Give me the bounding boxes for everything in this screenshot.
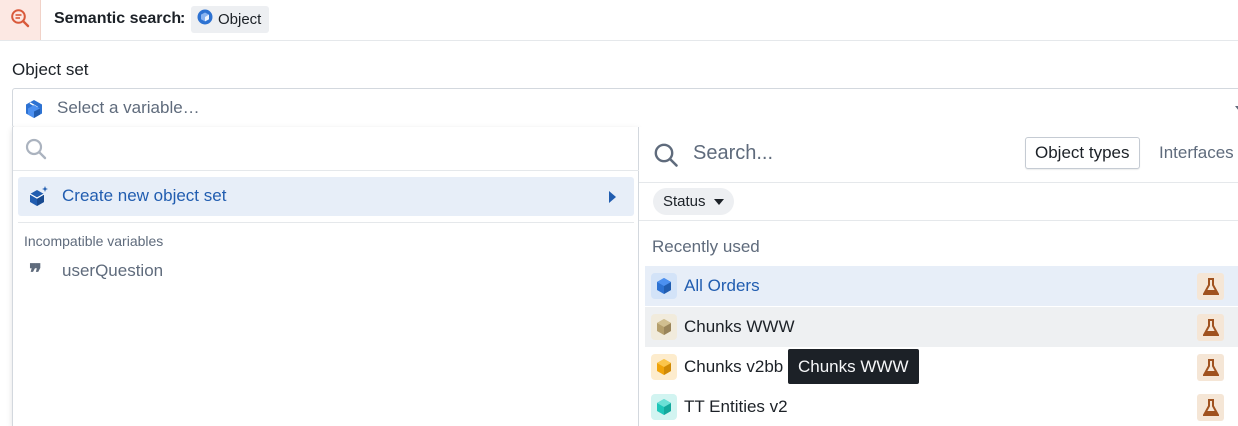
- create-new-object-set-item[interactable]: Create new object set: [18, 177, 634, 216]
- chip-label: Object: [218, 11, 262, 28]
- result-item-all-orders[interactable]: All Orders: [645, 266, 1238, 306]
- search-icon: [653, 142, 679, 173]
- caret-right-icon: [609, 191, 616, 203]
- status-filter-button[interactable]: Status: [653, 188, 734, 215]
- quote-icon: ❞: [29, 258, 42, 287]
- header-bar: Semantic search : Object: [0, 0, 1238, 41]
- flask-icon: [1197, 394, 1224, 421]
- result-item-chunks-v2bb[interactable]: Chunks v2bb: [645, 347, 1238, 387]
- object-search-bar: Search... Object types Interfaces: [639, 127, 1238, 183]
- page-title: Semantic search: [54, 10, 182, 27]
- filter-bar: Status: [639, 183, 1238, 221]
- variable-dropdown: Create new object set Incompatible varia…: [12, 127, 639, 426]
- result-label: Chunks WWW: [684, 317, 795, 336]
- object-type-chip[interactable]: Object: [191, 6, 270, 33]
- recently-used-heading: Recently used: [652, 237, 760, 256]
- flask-icon: [1197, 354, 1224, 381]
- incompatible-variables-heading: Incompatible variables: [24, 233, 164, 249]
- flask-icon: [1197, 273, 1224, 300]
- variable-item[interactable]: ❞ userQuestion: [24, 258, 624, 287]
- new-object-set-icon: [28, 185, 50, 212]
- object-set-label: Object set: [12, 60, 89, 79]
- result-item-chunks-www[interactable]: Chunks WWW: [645, 307, 1238, 347]
- object-type-picker: Search... Object types Interfaces Status…: [639, 127, 1238, 426]
- divider: [18, 222, 634, 223]
- variable-label: userQuestion: [62, 261, 164, 280]
- cube-icon: [651, 394, 677, 420]
- cube-icon: [651, 354, 677, 380]
- search-chat-icon: [10, 8, 30, 33]
- cube-icon: [651, 314, 677, 340]
- variable-search-input[interactable]: [13, 127, 639, 171]
- cube-icon: [651, 273, 677, 299]
- object-cube-icon: [197, 9, 213, 30]
- result-label: All Orders: [684, 276, 760, 295]
- object-search-input[interactable]: Search...: [693, 142, 773, 165]
- tooltip: Chunks WWW: [788, 349, 919, 384]
- create-new-object-set-label: Create new object set: [62, 186, 227, 205]
- status-filter-label: Status: [663, 193, 706, 210]
- result-label: Chunks v2bb: [684, 357, 784, 376]
- tab-object-types[interactable]: Object types: [1025, 137, 1140, 169]
- tab-interfaces[interactable]: Interfaces: [1159, 143, 1234, 163]
- title-colon: :: [180, 10, 186, 27]
- object-set-select[interactable]: Select a variable…: [12, 88, 1238, 128]
- result-label: TT Entities v2: [684, 397, 788, 416]
- result-item-tt-entities-v2[interactable]: TT Entities v2: [645, 387, 1238, 426]
- object-set-placeholder: Select a variable…: [57, 98, 200, 117]
- caret-down-icon: [713, 198, 724, 205]
- semantic-search-button[interactable]: [0, 0, 41, 40]
- flask-icon: [1197, 314, 1224, 341]
- object-set-icon: [23, 98, 45, 125]
- search-icon: [25, 138, 47, 165]
